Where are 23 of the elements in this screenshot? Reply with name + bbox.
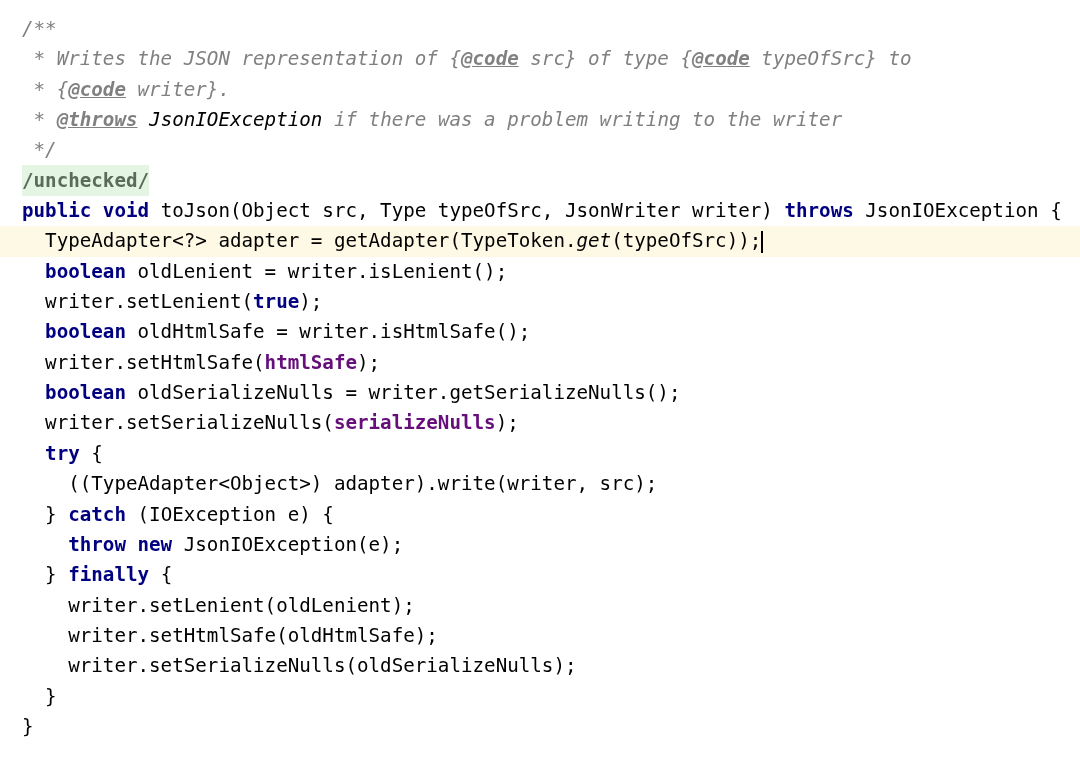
code-line: */ [32, 137, 58, 164]
code-line: * {@code writer}. [32, 76, 231, 103]
code-line: } catch (IOException e) { [44, 501, 335, 528]
code-line: writer.setLenient(true); [44, 289, 324, 316]
code-line: /** [21, 16, 58, 42]
code-line: writer.setSerializeNulls(oldSerializeNulls); [67, 653, 578, 680]
code-line: boolean oldSerializeNulls = writer.getSerializeNulls(); [44, 380, 682, 407]
code-line: boolean oldLenient = writer.isLenient(); [44, 258, 509, 285]
code-line: public void toJson(Object src, Type typeOfSrc, JsonWriter writer) throws JsonIOException { [21, 198, 1063, 225]
code-line: } [21, 713, 35, 740]
code-line: writer.setSerializeNulls(serializeNulls); [44, 410, 520, 437]
code-line: boolean oldHtmlSafe = writer.isHtmlSafe(); [44, 319, 532, 346]
code-line: } [44, 683, 58, 710]
code-line: * Writes the JSON representation of {@code src} of type {@code typeOfSrc} to [32, 46, 913, 73]
code-line: try { [44, 440, 104, 467]
code-line: writer.setLenient(oldLenient); [67, 592, 416, 619]
code-line: * @throws JsonIOException if there was a problem writing to the writer [32, 107, 844, 134]
code-line: throw new JsonIOException(e); [67, 531, 405, 558]
code-line: ((TypeAdapter<Object>) adapter).write(writer, src); [67, 471, 659, 498]
code-line: writer.setHtmlSafe(htmlSafe); [44, 349, 382, 376]
code-line: } finally { [44, 562, 174, 589]
code-line: /unchecked/ [0, 165, 1080, 197]
code-line: writer.setHtmlSafe(oldHtmlSafe); [67, 622, 439, 649]
